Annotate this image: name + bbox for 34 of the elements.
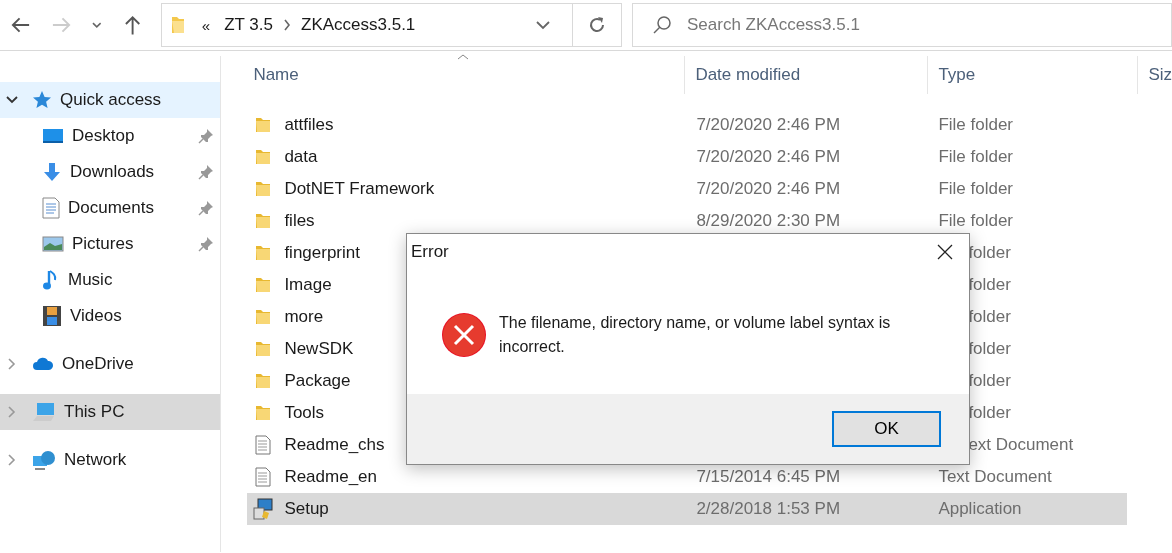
dialog-title: Error: [411, 242, 449, 262]
file-type: folder: [968, 307, 1011, 327]
file-type: folder: [968, 275, 1011, 295]
file-name: Readme_en: [284, 467, 377, 487]
file-name: files: [284, 211, 315, 231]
file-name: Image: [284, 275, 332, 295]
file-type: File folder: [938, 115, 1013, 135]
file-type: Application: [938, 499, 1022, 519]
file-type: folder: [968, 371, 1011, 391]
file-name: NewSDK: [284, 339, 354, 359]
file-name: Readme_chs: [284, 435, 385, 455]
file-name: data: [284, 147, 318, 167]
file-type: Text Document: [938, 467, 1052, 487]
file-name: Tools: [284, 403, 325, 423]
file-type: File folder: [938, 179, 1013, 199]
date-modified: 7/15/2014 6:45 PM: [696, 467, 841, 487]
file-name: attfiles: [284, 115, 334, 135]
file-name: Package: [284, 371, 351, 391]
error-message: The filename, directory name, or volume label syntax is incorrect.: [499, 313, 892, 357]
file-name: Setup: [284, 499, 329, 519]
file-type: ext Document: [968, 435, 1074, 455]
file-type: folder: [968, 339, 1011, 359]
date-modified: 7/20/2020 2:46 PM: [696, 147, 841, 167]
file-type: folder: [968, 243, 1011, 263]
file-type: File folder: [938, 147, 1013, 167]
file-name: DotNET Framework: [284, 179, 435, 199]
file-type: File folder: [938, 211, 1013, 231]
file-name: more: [284, 307, 324, 327]
date-modified: 7/20/2020 2:46 PM: [696, 115, 841, 135]
date-modified: 7/20/2020 2:46 PM: [696, 179, 841, 199]
file-type: folder: [968, 403, 1011, 423]
file-name: fingerprint: [284, 243, 360, 263]
date-modified: 8/29/2020 2:30 PM: [696, 211, 841, 231]
date-modified: 2/28/2018 1:53 PM: [696, 499, 841, 519]
